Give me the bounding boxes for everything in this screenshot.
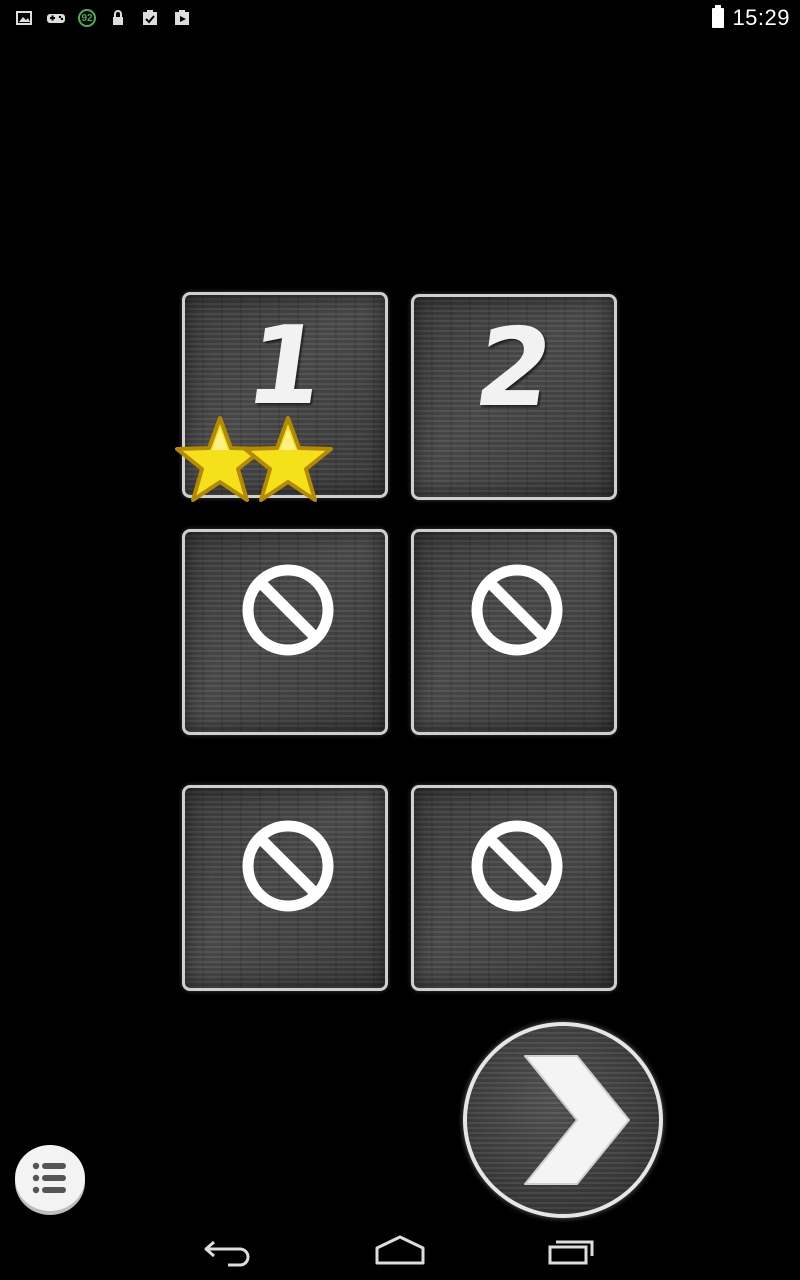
game-controller-icon [46,8,66,28]
notification-icons: 92 [14,6,192,30]
recent-apps-button[interactable] [544,1232,600,1268]
level-tile-locked[interactable] [411,529,617,735]
navigation-bar [0,1220,800,1280]
back-icon [204,1240,250,1267]
badge-icon: 92 [78,9,96,27]
recent-apps-icon [548,1240,594,1265]
status-bar: 92 15:29 [0,0,800,36]
level-tile-locked[interactable] [411,785,617,991]
battery-icon [712,5,725,28]
level-tile-2[interactable]: 2 [411,294,617,500]
level-number: 1 [238,304,332,429]
star-icon [240,412,336,508]
home-icon [375,1235,425,1265]
level-tile-locked[interactable] [182,785,388,991]
level-menu-button[interactable] [15,1145,85,1211]
locked-icon [469,562,565,658]
next-button[interactable] [463,1022,663,1218]
chevron-right-icon [524,1055,630,1185]
home-button[interactable] [372,1232,428,1268]
level-tile-locked[interactable] [182,529,388,735]
lock-icon [108,8,128,28]
image-icon [14,8,34,28]
level-number: 2 [467,306,561,431]
locked-icon [469,818,565,914]
clock: 15:29 [732,5,790,30]
back-button[interactable] [200,1232,256,1268]
system-status: 15:29 [712,4,790,32]
list-menu-icon [32,1162,66,1194]
locked-icon [240,818,336,914]
locked-icon [240,562,336,658]
clipboard-check-icon [140,8,160,28]
media-play-icon [172,8,192,28]
